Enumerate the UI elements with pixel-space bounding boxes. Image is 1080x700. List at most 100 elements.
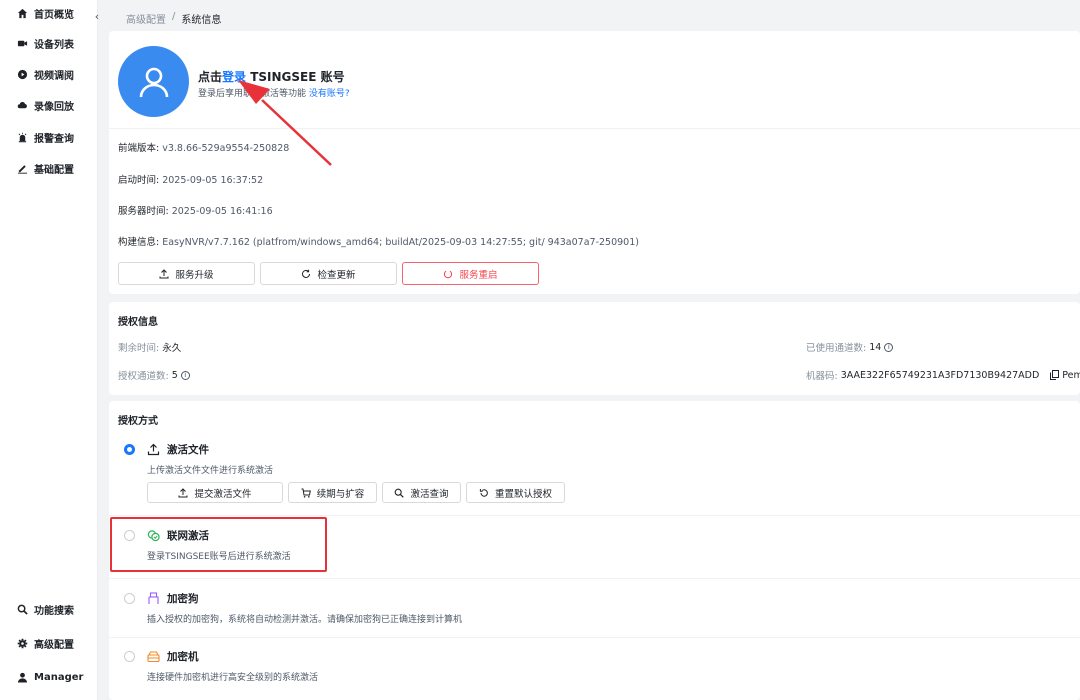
sidebar-item-label: 录像回放: [34, 101, 74, 113]
sidebar-item-search[interactable]: 功能搜索: [0, 598, 98, 620]
sidebar-item-alarm[interactable]: 报警查询: [0, 126, 98, 148]
edit-icon: [17, 164, 28, 174]
used-channels: 已使用通道数: 14 i: [806, 340, 894, 354]
login-title-suffix: TSINGSEE 账号: [246, 70, 345, 84]
upgrade-button-label: 服务升级: [175, 269, 214, 281]
login-subtitle-text: 登录后享用联网激活等功能: [198, 89, 307, 99]
login-title-prefix: 点击: [198, 70, 223, 84]
hardware-box-icon: [147, 651, 160, 663]
breadcrumb-separator: /: [172, 11, 176, 22]
used-channels-label: 已使用通道数:: [806, 343, 867, 354]
dongle-title-text: 加密狗: [167, 593, 199, 605]
machine-code-value: 3AAE322F65749231A3FD7130B9427ADD: [840, 369, 1040, 381]
breadcrumb-current: 系统信息: [181, 15, 222, 26]
sidebar-item-video[interactable]: 视频调阅: [0, 63, 98, 85]
sidebar-item-label: 高级配置: [34, 639, 74, 651]
start-time: 启动时间: 2025-09-05 16:37:52: [118, 172, 263, 186]
breadcrumb-parent[interactable]: 高级配置: [126, 11, 166, 26]
dongle-desc: 插入授权的加密狗，系统将自动检测并激活。请确保加密狗已正确连接到计算机: [147, 615, 463, 625]
sidebar-item-devices[interactable]: 设备列表: [0, 32, 98, 54]
login-subtitle: 登录后享用联网激活等功能 没有账号?: [198, 86, 350, 99]
activation-file-desc: 上传激活文件文件进行系统激活: [147, 466, 274, 476]
system-info-card: 点击登录 TSINGSEE 账号 登录后享用联网激活等功能 没有账号? 前端版本…: [109, 31, 1080, 294]
info-icon[interactable]: i: [180, 370, 190, 380]
reset-default-license-label: 重置默认授权: [494, 488, 552, 500]
cart-icon: [301, 488, 311, 498]
machine-code: 机器码: 3AAE322F65749231A3FD7130B9427ADD Pe…: [806, 368, 1080, 383]
sidebar: ‹ 首页概览 设备列表 视频调阅 录像回放 报警查询 基础配置 功能搜索 高级配…: [0, 0, 99, 700]
info-value: EasyNVR/v7.7.162 (platfrom/windows_amd64…: [159, 237, 639, 248]
remaining-time: 剩余时间: 永久: [118, 340, 181, 354]
annotation-highlight-box: [110, 517, 327, 572]
radio-hsm[interactable]: [124, 651, 135, 662]
check-update-button-label: 检查更新: [317, 269, 356, 281]
upload-icon: [159, 268, 169, 278]
build-info: 构建信息: EasyNVR/v7.7.162 (platfrom/windows…: [118, 234, 639, 248]
copy-icon[interactable]: [1050, 370, 1060, 380]
sidebar-item-label: 视频调阅: [34, 70, 74, 82]
frontend-version: 前端版本: v3.8.66-529a9554-250828: [118, 140, 289, 154]
alarm-icon: [18, 132, 27, 142]
usb-dongle-icon: [148, 592, 159, 604]
sidebar-item-user[interactable]: Manager: [0, 666, 98, 688]
search-icon: [17, 604, 28, 615]
upgrade-button[interactable]: 服务升级: [118, 262, 255, 285]
info-label: 服务器时间:: [118, 206, 169, 217]
sidebar-item-label: Manager: [34, 671, 84, 683]
license-title: 授权信息: [118, 317, 158, 328]
login-link[interactable]: 登录: [222, 70, 246, 84]
sidebar-item-label: 功能搜索: [34, 605, 74, 617]
restart-button[interactable]: 服务重启: [402, 262, 539, 285]
divider: [109, 128, 1080, 129]
avatar[interactable]: [118, 46, 189, 117]
check-update-button[interactable]: 检查更新: [260, 262, 397, 285]
hsm-desc: 连接硬件加密机进行高安全级别的系统激活: [147, 673, 319, 683]
used-channels-value: 14: [869, 341, 882, 353]
info-value: 2025-09-05 16:37:52: [159, 175, 264, 186]
info-label: 前端版本:: [118, 143, 160, 154]
hsm-title: 加密机: [147, 649, 199, 664]
cloud-icon: [17, 101, 27, 108]
restart-icon: [444, 270, 453, 278]
licensed-channels-value: 5: [171, 369, 178, 381]
renew-expand-button[interactable]: 续期与扩容: [288, 482, 377, 503]
sidebar-item-basic-config[interactable]: 基础配置: [0, 157, 98, 179]
licensed-channels: 授权通道数: 5 i: [118, 368, 190, 382]
pem-link[interactable]: Pem: [1062, 370, 1080, 381]
search-icon: [395, 488, 405, 498]
info-value: 2025-09-05 16:41:16: [168, 206, 273, 217]
radio-dongle[interactable]: [124, 593, 135, 604]
play-icon: [17, 69, 28, 79]
refresh-icon: [302, 269, 311, 278]
machine-code-label: 机器码:: [806, 371, 838, 382]
info-value: v3.8.66-529a9554-250828: [159, 143, 290, 154]
renew-expand-label: 续期与扩容: [316, 488, 365, 500]
divider: [109, 637, 1080, 638]
upload-icon: [178, 487, 188, 497]
sidebar-item-label: 首页概览: [34, 9, 74, 21]
sidebar-item-advanced-config[interactable]: 高级配置: [0, 632, 98, 654]
undo-icon: [479, 488, 488, 497]
register-link[interactable]: 没有账号?: [309, 89, 350, 99]
submit-activation-file-button[interactable]: 提交激活文件: [147, 482, 283, 503]
dongle-title: 加密狗: [147, 591, 199, 606]
methods-title: 授权方式: [118, 416, 158, 427]
radio-activation-file[interactable]: [124, 444, 135, 455]
server-time: 服务器时间: 2025-09-05 16:41:16: [118, 203, 273, 217]
sidebar-item-label: 设备列表: [34, 39, 74, 51]
reset-default-license-button[interactable]: 重置默认授权: [466, 482, 565, 503]
camera-icon: [17, 40, 28, 46]
info-label: 启动时间:: [118, 175, 160, 186]
sidebar-item-home[interactable]: 首页概览: [0, 2, 98, 24]
home-icon: [17, 8, 28, 18]
info-icon[interactable]: i: [884, 342, 894, 352]
remaining-time-value: 永久: [162, 343, 182, 354]
upload-icon: [147, 443, 160, 456]
licensed-channels-label: 授权通道数:: [118, 371, 169, 382]
license-card: 授权信息 剩余时间: 永久 授权通道数: 5 i 已使用通道数: 14 i 机器…: [109, 302, 1080, 395]
activation-query-button[interactable]: 激活查询: [382, 482, 461, 503]
info-label: 构建信息:: [118, 237, 160, 248]
submit-activation-file-label: 提交激活文件: [194, 488, 252, 500]
sidebar-item-playback[interactable]: 录像回放: [0, 94, 98, 116]
remaining-time-label: 剩余时间:: [118, 343, 160, 354]
